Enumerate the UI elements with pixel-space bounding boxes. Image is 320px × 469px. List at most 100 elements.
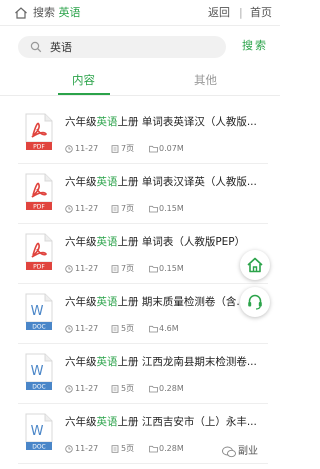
file-type-label: PDF — [33, 143, 45, 150]
file-type-label: PDF — [33, 263, 45, 270]
doc-w-glyph: W — [31, 364, 44, 379]
item-size: 4.6M — [159, 324, 179, 333]
item-pages: 7页 — [121, 204, 135, 213]
doc-w-glyph: W — [31, 304, 44, 319]
pages-icon — [111, 325, 119, 333]
item-pages: 7页 — [121, 264, 135, 273]
title-prefix: 六年级 — [65, 236, 97, 248]
doc-file-icon: W DOC — [25, 293, 53, 330]
doc-file-icon: W DOC — [25, 353, 53, 390]
tabs: 内容 其他 — [0, 66, 280, 96]
top-bar: 搜索 英语 返回 | 首页 — [0, 0, 280, 26]
folder-icon — [149, 205, 158, 213]
title-prefix: 六年级 — [65, 416, 97, 428]
item-title[interactable]: 六年级英语上册 江西龙南县期末检测卷... — [65, 355, 261, 369]
item-date: 11-27 — [75, 144, 99, 153]
watermark-text: 副业 — [238, 446, 258, 457]
title-suffix: 上册 江西吉安市（上）永丰... — [117, 416, 257, 428]
search-button[interactable]: 搜索 — [242, 39, 268, 53]
folder-icon — [149, 385, 158, 393]
tab-content[interactable]: 内容 — [72, 73, 95, 87]
floating-home-button[interactable] — [240, 250, 270, 280]
item-title[interactable]: 六年级英语上册 期末质量检测卷（含... — [65, 295, 261, 309]
item-title[interactable]: 六年级英语上册 单词表英译汉（人教版... — [65, 115, 261, 129]
item-size: 0.15M — [159, 264, 184, 273]
breadcrumb-keyword: 英语 — [58, 6, 81, 19]
search-box[interactable] — [18, 36, 226, 58]
doc-w-glyph: W — [31, 424, 44, 439]
clock-icon — [65, 265, 73, 273]
separator: | — [239, 6, 243, 19]
item-size: 0.07M — [159, 144, 184, 153]
title-keyword: 英语 — [96, 296, 118, 308]
item-pages: 5页 — [121, 384, 135, 393]
item-size: 0.15M — [159, 204, 184, 213]
file-type-label: DOC — [32, 443, 46, 450]
item-date: 11-27 — [75, 444, 99, 453]
pages-icon — [111, 145, 119, 153]
title-suffix: 上册 期末质量检测卷（含... — [117, 296, 247, 308]
search-row: 搜索 — [0, 26, 280, 66]
title-keyword: 英语 — [96, 116, 118, 128]
clock-icon — [65, 385, 73, 393]
title-suffix: 上册 单词表汉译英（人教版... — [117, 176, 257, 188]
pages-icon — [111, 385, 119, 393]
title-keyword: 英语 — [96, 236, 118, 248]
active-tab-indicator — [58, 93, 110, 95]
breadcrumb: 搜索 英语 — [33, 6, 81, 20]
home-icon — [247, 257, 263, 273]
clock-icon — [65, 205, 73, 213]
title-prefix: 六年级 — [65, 296, 97, 308]
item-date: 11-27 — [75, 204, 99, 213]
search-icon — [30, 41, 42, 53]
clock-icon — [65, 325, 73, 333]
pdf-file-icon: PDF — [25, 173, 53, 210]
title-prefix: 六年级 — [65, 116, 97, 128]
file-type-label: DOC — [32, 323, 46, 330]
headset-icon — [248, 294, 262, 310]
result-list: PDF 六年级英语上册 单词表英译汉（人教版... 11-27 7页 0.07M… — [18, 104, 268, 464]
list-item[interactable]: PDF 六年级英语上册 单词表（人教版PEP） 11-27 7页 0.15M — [18, 224, 268, 284]
pages-icon — [111, 265, 119, 273]
pdf-file-icon: PDF — [25, 113, 53, 150]
wechat-logo-icon — [222, 446, 236, 458]
folder-icon — [149, 445, 158, 453]
item-title[interactable]: 六年级英语上册 单词表（人教版PEP） — [65, 235, 261, 249]
folder-icon — [149, 145, 158, 153]
title-suffix: 上册 单词表英译汉（人教版... — [117, 116, 257, 128]
item-size: 0.28M — [159, 384, 184, 393]
item-title[interactable]: 六年级英语上册 单词表汉译英（人教版... — [65, 175, 261, 189]
item-title[interactable]: 六年级英语上册 江西吉安市（上）永丰... — [65, 415, 261, 429]
folder-icon — [149, 265, 158, 273]
item-pages: 7页 — [121, 144, 135, 153]
clock-icon — [65, 145, 73, 153]
search-input[interactable] — [50, 38, 218, 56]
pages-icon — [111, 205, 119, 213]
home-icon[interactable] — [14, 6, 28, 20]
tab-other[interactable]: 其他 — [194, 73, 217, 87]
floating-service-button[interactable] — [240, 287, 270, 317]
title-suffix: 上册 单词表（人教版PEP） — [117, 236, 246, 248]
home-link[interactable]: 首页 — [250, 6, 272, 20]
back-link[interactable]: 返回 — [208, 6, 230, 20]
title-prefix: 六年级 — [65, 176, 97, 188]
title-prefix: 六年级 — [65, 356, 97, 368]
title-suffix: 上册 江西龙南县期末检测卷... — [117, 356, 257, 368]
clock-icon — [65, 445, 73, 453]
title-keyword: 英语 — [96, 176, 118, 188]
list-item[interactable]: W DOC 六年级英语上册 江西龙南县期末检测卷... 11-27 5页 0.2… — [18, 344, 268, 404]
folder-icon — [149, 325, 158, 333]
item-size: 0.28M — [159, 444, 184, 453]
item-pages: 5页 — [121, 444, 135, 453]
item-date: 11-27 — [75, 384, 99, 393]
pdf-file-icon: PDF — [25, 233, 53, 270]
pages-icon — [111, 445, 119, 453]
list-item[interactable]: PDF 六年级英语上册 单词表英译汉（人教版... 11-27 7页 0.07M — [18, 104, 268, 164]
doc-file-icon: W DOC — [25, 413, 53, 450]
file-type-label: DOC — [32, 383, 46, 390]
breadcrumb-prefix: 搜索 — [33, 6, 55, 19]
list-item[interactable]: W DOC 六年级英语上册 期末质量检测卷（含... 11-27 5页 4.6M — [18, 284, 268, 344]
item-date: 11-27 — [75, 324, 99, 333]
list-item[interactable]: PDF 六年级英语上册 单词表汉译英（人教版... 11-27 7页 0.15M — [18, 164, 268, 224]
title-keyword: 英语 — [96, 416, 118, 428]
